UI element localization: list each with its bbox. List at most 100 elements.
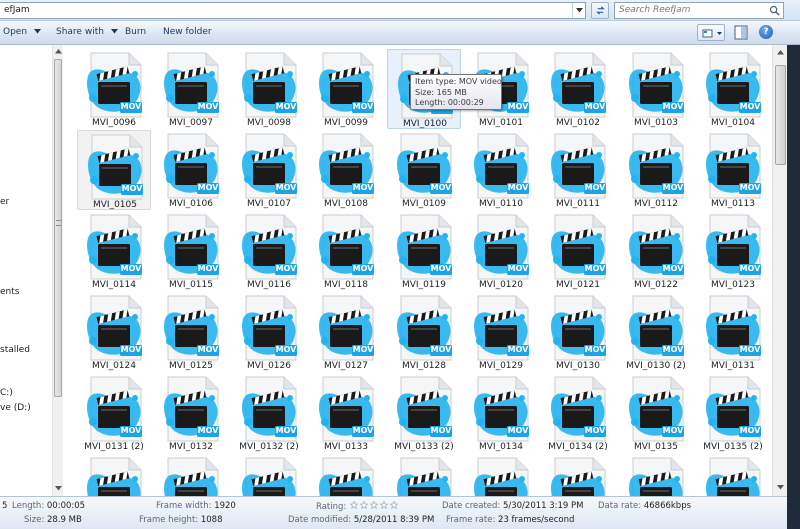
content-scroll-thumb[interactable] xyxy=(775,65,786,165)
file-item[interactable]: MOV MVI_0119 xyxy=(387,211,461,291)
file-item[interactable]: MOV MVI_0105 xyxy=(77,130,151,210)
file-item[interactable] xyxy=(154,454,228,496)
file-item[interactable]: MOV MVI_0112 xyxy=(619,130,693,210)
file-item[interactable]: MOV MVI_0132 (2) xyxy=(232,373,306,453)
file-item[interactable]: MOV MVI_0135 (2) xyxy=(696,373,770,453)
change-view-button[interactable] xyxy=(697,24,725,41)
file-item[interactable] xyxy=(232,454,306,496)
file-item[interactable] xyxy=(619,454,693,496)
rating-star-icon[interactable] xyxy=(349,500,359,509)
mov-badge: MOV xyxy=(352,102,374,111)
file-item[interactable]: MOV MVI_0116 xyxy=(232,211,306,291)
share-with-button[interactable]: Share with xyxy=(56,27,118,37)
file-name: MVI_0104 xyxy=(711,118,755,128)
file-item[interactable]: MOV MVI_0097 xyxy=(154,49,228,129)
file-item[interactable]: MOV MVI_0131 xyxy=(696,292,770,372)
file-item[interactable]: MOV MVI_0133 xyxy=(309,373,383,453)
file-item[interactable]: MOV MVI_0122 xyxy=(619,211,693,291)
file-item[interactable]: MOV MVI_0133 (2) xyxy=(387,373,461,453)
nav-item[interactable]: stalled xyxy=(0,345,30,355)
file-item[interactable]: MOV MVI_0134 xyxy=(464,373,538,453)
nav-item[interactable]: ents xyxy=(0,287,19,297)
scroll-down-arrow-icon[interactable] xyxy=(777,485,784,490)
file-name: MVI_0108 xyxy=(324,199,368,209)
file-item[interactable]: MOV MVI_0107 xyxy=(232,130,306,210)
file-item[interactable] xyxy=(541,454,615,496)
file-item[interactable]: MOV MVI_0135 xyxy=(619,373,693,453)
search-icon[interactable] xyxy=(769,5,780,16)
file-item[interactable]: MOV MVI_0130 (2) xyxy=(619,292,693,372)
detail-rating[interactable]: Rating: xyxy=(316,500,400,512)
mov-badge: MOV xyxy=(662,264,684,273)
navigation-scrollbar[interactable] xyxy=(52,45,63,496)
rating-star-icon[interactable] xyxy=(379,500,389,509)
detail-frame-rate: Frame rate: 23 frames/second xyxy=(446,515,575,525)
rating-star-icon[interactable] xyxy=(369,500,379,509)
address-dropdown-button[interactable] xyxy=(572,3,585,18)
file-item[interactable]: MOV MVI_0124 xyxy=(77,292,151,372)
file-item[interactable]: MOV MVI_0134 (2) xyxy=(541,373,615,453)
search-box[interactable] xyxy=(614,2,784,19)
rating-stars[interactable] xyxy=(349,500,400,512)
file-name: MVI_0135 (2) xyxy=(703,442,763,452)
scroll-up-arrow-icon[interactable] xyxy=(55,49,62,54)
file-item[interactable]: MOV MVI_0118 xyxy=(309,211,383,291)
file-item[interactable]: MOV MVI_0132 xyxy=(154,373,228,453)
preview-pane-icon[interactable] xyxy=(734,25,748,40)
file-item[interactable]: MOV MVI_0131 (2) xyxy=(77,373,151,453)
file-item[interactable]: MOV MVI_0120 xyxy=(464,211,538,291)
file-item[interactable]: MOV MVI_0115 xyxy=(154,211,228,291)
content-scrollbar[interactable] xyxy=(772,45,787,496)
burn-button[interactable]: Burn xyxy=(125,27,146,37)
file-item[interactable]: MOV MVI_0114 xyxy=(77,211,151,291)
file-item[interactable] xyxy=(387,454,461,496)
help-button[interactable]: ? xyxy=(759,25,773,39)
file-item[interactable]: MOV MVI_0108 xyxy=(309,130,383,210)
file-item[interactable]: MOV MVI_0125 xyxy=(154,292,228,372)
file-item[interactable] xyxy=(77,454,151,496)
file-name: MVI_0134 (2) xyxy=(548,442,608,452)
file-name: MVI_0121 xyxy=(556,280,600,290)
file-item[interactable] xyxy=(464,454,538,496)
mov-badge: MOV xyxy=(739,345,761,354)
file-name: MVI_0109 xyxy=(402,199,446,209)
file-name: MVI_0131 (2) xyxy=(84,442,144,452)
scroll-down-arrow-icon[interactable] xyxy=(55,486,62,491)
nav-item[interactable]: ve (D:) xyxy=(0,403,31,413)
file-item[interactable]: MOV MVI_0123 xyxy=(696,211,770,291)
file-item[interactable]: MOV MVI_0096 xyxy=(77,49,151,129)
open-button[interactable]: Open xyxy=(3,27,41,37)
address-bar[interactable]: efJam xyxy=(0,2,586,19)
rating-star-icon[interactable] xyxy=(359,500,369,509)
rating-star-icon[interactable] xyxy=(389,500,399,509)
file-item[interactable]: MOV MVI_0102 xyxy=(541,49,615,129)
mov-badge: MOV xyxy=(275,264,297,273)
file-name: MVI_0107 xyxy=(247,199,291,209)
file-item[interactable]: MOV MVI_0110 xyxy=(464,130,538,210)
file-item[interactable]: MOV MVI_0103 xyxy=(619,49,693,129)
scroll-up-arrow-icon[interactable] xyxy=(777,50,784,55)
nav-item[interactable]: C:) xyxy=(0,388,13,398)
file-item[interactable]: MOV MVI_0128 xyxy=(387,292,461,372)
file-item[interactable]: MOV MVI_0109 xyxy=(387,130,461,210)
file-item[interactable]: MOV MVI_0099 xyxy=(309,49,383,129)
file-name: MVI_0130 xyxy=(556,361,600,371)
search-input[interactable] xyxy=(619,5,767,15)
file-item[interactable]: MOV MVI_0111 xyxy=(541,130,615,210)
file-item[interactable]: MOV MVI_0121 xyxy=(541,211,615,291)
share-with-label: Share with xyxy=(56,27,104,37)
file-item[interactable] xyxy=(309,454,383,496)
file-item[interactable]: MOV MVI_0098 xyxy=(232,49,306,129)
file-item[interactable]: MOV MVI_0130 xyxy=(541,292,615,372)
navigation-scroll-thumb[interactable] xyxy=(54,59,62,397)
file-item[interactable]: MOV MVI_0129 xyxy=(464,292,538,372)
refresh-button[interactable] xyxy=(591,2,609,19)
file-item[interactable]: MOV MVI_0106 xyxy=(154,130,228,210)
nav-item[interactable]: er xyxy=(0,197,9,207)
file-item[interactable]: MOV MVI_0127 xyxy=(309,292,383,372)
file-item[interactable] xyxy=(696,454,770,496)
file-item[interactable]: MOV MVI_0104 xyxy=(696,49,770,129)
new-folder-button[interactable]: New folder xyxy=(163,27,212,37)
file-item[interactable]: MOV MVI_0113 xyxy=(696,130,770,210)
file-item[interactable]: MOV MVI_0126 xyxy=(232,292,306,372)
